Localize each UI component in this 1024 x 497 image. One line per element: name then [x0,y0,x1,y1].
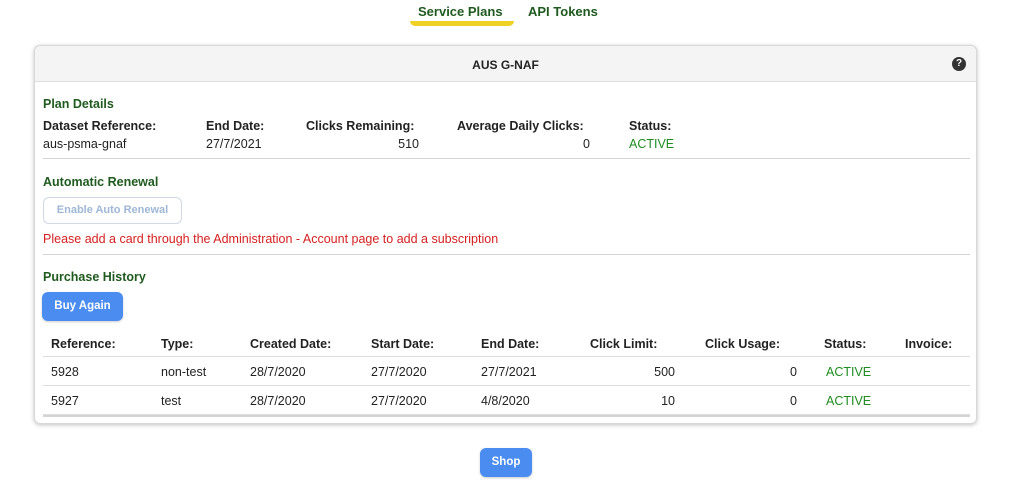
reference-cell: 5928 [51,365,79,379]
clicks-remaining-value: 510 [398,137,419,151]
purchase-history-table: Reference: Type: Created Date: Start Dat… [43,329,970,417]
end-date-cell: 4/8/2020 [481,394,530,408]
divider [43,158,970,159]
automatic-renewal-title: Automatic Renewal [43,175,159,189]
plan-card: AUS G-NAF ? Plan Details Dataset Referen… [34,45,977,424]
clicks-remaining-label: Clicks Remaining: [306,119,415,133]
click-usage-cell: 0 [790,365,797,379]
active-tab-underline [410,21,514,26]
question-circle-icon[interactable]: ? [952,57,966,71]
tab-api-tokens[interactable]: API Tokens [528,4,598,19]
status-label: Status: [629,119,672,133]
tab-bar: Service Plans API Tokens [0,0,1024,28]
tab-service-plans[interactable]: Service Plans [418,4,503,19]
plan-details-title: Plan Details [43,97,114,111]
column-header-end-date: End Date: [481,337,540,351]
table-row: 5928 non-test 28/7/2020 27/7/2020 27/7/2… [43,357,970,386]
type-cell: test [161,394,182,408]
shop-button[interactable]: Shop [480,448,532,477]
reference-cell: 5927 [51,394,79,408]
column-header-click-usage: Click Usage: [705,337,781,351]
click-usage-cell: 0 [790,394,797,408]
buy-again-button[interactable]: Buy Again [42,292,123,321]
column-header-created-date: Created Date: [250,337,332,351]
column-header-invoice: Invoice: [905,337,953,351]
table-header-row: Reference: Type: Created Date: Start Dat… [43,329,970,357]
status-badge: ACTIVE [629,137,675,151]
purchase-history-title: Purchase History [43,270,146,284]
column-header-status: Status: [824,337,867,351]
dataset-reference-label: Dataset Reference: [43,119,157,133]
average-daily-clicks-value: 0 [583,137,590,151]
divider [43,254,970,255]
column-header-click-limit: Click Limit: [590,337,658,351]
column-header-start-date: Start Date: [371,337,435,351]
status-badge: ACTIVE [826,365,872,379]
table-row: 5927 test 28/7/2020 27/7/2020 4/8/2020 1… [43,386,970,415]
average-daily-clicks-label: Average Daily Clicks: [457,119,584,133]
column-header-reference: Reference: [51,337,116,351]
type-cell: non-test [161,365,207,379]
start-date-cell: 27/7/2020 [371,365,427,379]
click-limit-cell: 500 [654,365,675,379]
end-date-label: End Date: [206,119,265,133]
enable-auto-renewal-button[interactable]: Enable Auto Renewal [43,197,182,224]
click-limit-cell: 10 [661,394,675,408]
created-date-cell: 28/7/2020 [250,394,306,408]
card-header: AUS G-NAF ? [35,46,976,82]
column-header-type: Type: [161,337,194,351]
status-badge: ACTIVE [826,394,872,408]
end-date-cell: 27/7/2021 [481,365,537,379]
add-card-warning: Please add a card through the Administra… [43,232,499,246]
card-title: AUS G-NAF [472,58,539,72]
table-bottom-border [43,415,970,417]
dataset-reference-value: aus-psma-gnaf [43,137,127,151]
created-date-cell: 28/7/2020 [250,365,306,379]
start-date-cell: 27/7/2020 [371,394,427,408]
end-date-value: 27/7/2021 [206,137,262,151]
